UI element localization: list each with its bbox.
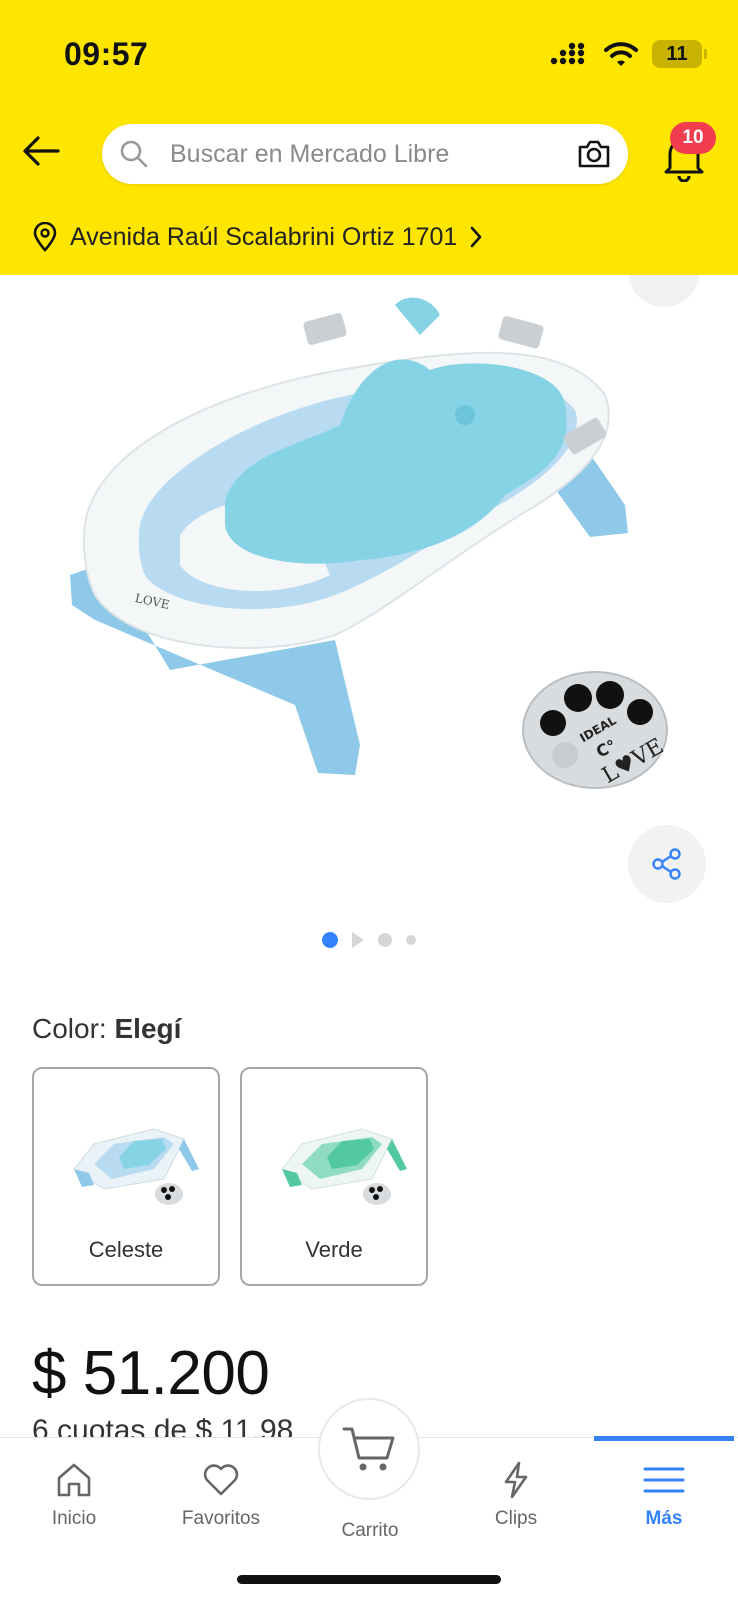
- nav-item-inicio[interactable]: Inicio: [14, 1460, 134, 1530]
- back-button[interactable]: [18, 128, 64, 174]
- location-pin-icon: [33, 222, 57, 252]
- nav-label: Más: [645, 1508, 683, 1529]
- variant-name: Celeste: [88, 1237, 164, 1262]
- nav-item-favoritos[interactable]: Favoritos: [161, 1460, 281, 1530]
- menu-icon: [643, 1467, 685, 1493]
- search-icon: [120, 140, 148, 168]
- product-price: $ 51.200: [32, 1339, 270, 1408]
- status-time: 09:57: [64, 36, 149, 72]
- cart-icon: [342, 1427, 395, 1471]
- nav-label: Clips: [494, 1508, 538, 1529]
- arrow-left-icon: [23, 136, 60, 166]
- cart-button[interactable]: [318, 1398, 420, 1500]
- home-icon: [57, 1463, 91, 1497]
- pagination-dot[interactable]: [378, 933, 392, 947]
- color-label: Color: Elegí: [32, 1013, 181, 1045]
- battery-indicator: 11: [652, 40, 707, 68]
- nav-label-carrito[interactable]: Carrito: [310, 1520, 430, 1542]
- home-indicator: [237, 1575, 501, 1584]
- heart-icon: [203, 1464, 239, 1496]
- nav-label: Inicio: [51, 1508, 97, 1529]
- nav-item-clips[interactable]: Clips: [456, 1460, 576, 1530]
- cellular-signal-icon: [550, 42, 585, 65]
- variant-option-celeste[interactable]: Celeste: [32, 1067, 220, 1286]
- product-image: LOVE IDEAL C° L♥VE: [70, 297, 668, 789]
- variant-thumbnail: [281, 1128, 407, 1205]
- nav-item-mas[interactable]: Más: [604, 1460, 724, 1530]
- active-tab-indicator: [594, 1436, 734, 1441]
- search-input[interactable]: [170, 124, 560, 184]
- gallery-pagination[interactable]: [0, 932, 738, 948]
- color-label-prefix: Color:: [32, 1013, 107, 1044]
- product-gallery[interactable]: LOVE IDEAL C° L♥VE: [0, 275, 738, 975]
- variant-thumbnail: [73, 1128, 199, 1205]
- pagination-dot[interactable]: [406, 935, 416, 945]
- color-selected-value: Elegí: [114, 1013, 182, 1044]
- delivery-address[interactable]: Avenida Raúl Scalabrini Ortiz 1701: [32, 222, 483, 252]
- notification-badge: 10: [670, 122, 716, 154]
- status-icons: 11: [550, 40, 707, 68]
- search-bar[interactable]: [102, 124, 628, 184]
- variant-name: Verde: [305, 1237, 363, 1262]
- nav-label: Favoritos: [181, 1508, 261, 1529]
- address-text: Avenida Raúl Scalabrini Ortiz 1701: [70, 222, 458, 251]
- camera-icon[interactable]: [576, 136, 612, 172]
- share-icon: [652, 848, 681, 880]
- pagination-dot[interactable]: [322, 932, 338, 948]
- chevron-right-icon: [470, 226, 482, 248]
- header: 09:57 11 10: [0, 0, 738, 275]
- wifi-icon: [604, 42, 638, 66]
- variant-option-verde[interactable]: Verde: [240, 1067, 428, 1286]
- video-play-icon[interactable]: [352, 932, 364, 948]
- share-button[interactable]: [628, 825, 706, 903]
- bolt-icon: [504, 1461, 528, 1499]
